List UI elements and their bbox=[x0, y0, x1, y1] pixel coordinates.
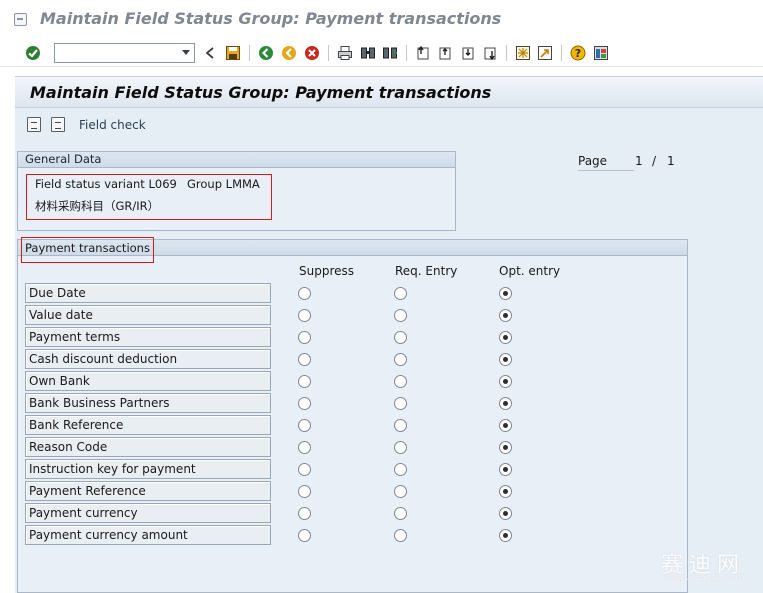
field-row-label: Instruction key for payment bbox=[25, 459, 271, 479]
radio-req-entry[interactable] bbox=[394, 441, 407, 454]
radio-suppress[interactable] bbox=[298, 353, 311, 366]
field-row-label: Due Date bbox=[25, 283, 271, 303]
radio-opt-entry[interactable] bbox=[499, 419, 512, 432]
page-label: Page bbox=[578, 154, 634, 171]
find-next-icon[interactable] bbox=[382, 45, 398, 61]
help-icon[interactable]: ? bbox=[570, 45, 586, 61]
command-field[interactable] bbox=[54, 43, 195, 63]
field-row-label: Payment currency amount bbox=[25, 525, 271, 545]
shortcut-icon[interactable] bbox=[537, 45, 553, 61]
watermark: 赛迪网 www.315sap.com bbox=[661, 547, 745, 583]
field-row-label: Reason Code bbox=[25, 437, 271, 457]
field-row-label: Payment currency bbox=[25, 503, 271, 523]
save-icon[interactable] bbox=[225, 45, 241, 61]
command-input[interactable] bbox=[55, 44, 175, 62]
window-title: Maintain Field Status Group: Payment tra… bbox=[40, 9, 502, 28]
back-nav-icon[interactable] bbox=[202, 45, 218, 61]
next-page-icon[interactable] bbox=[460, 45, 476, 61]
radio-opt-entry[interactable] bbox=[499, 485, 512, 498]
toolbar-separator bbox=[406, 45, 407, 61]
exit-icon[interactable] bbox=[281, 45, 297, 61]
window-menu-icon[interactable] bbox=[14, 13, 27, 26]
subgroup-list-icon[interactable] bbox=[51, 117, 65, 132]
group-description: 材料采购科目（GR/IR） bbox=[35, 199, 160, 213]
radio-opt-entry[interactable] bbox=[499, 441, 512, 454]
radio-req-entry[interactable] bbox=[394, 353, 407, 366]
screen-title-bar: Maintain Field Status Group: Payment tra… bbox=[15, 76, 763, 108]
radio-opt-entry[interactable] bbox=[499, 397, 512, 410]
radio-suppress[interactable] bbox=[298, 463, 311, 476]
previous-page-icon[interactable] bbox=[437, 45, 453, 61]
radio-req-entry[interactable] bbox=[394, 309, 407, 322]
svg-text:?: ? bbox=[575, 47, 581, 60]
radio-req-entry[interactable] bbox=[394, 485, 407, 498]
chevron-down-icon[interactable] bbox=[182, 50, 190, 55]
field-row-label: Payment terms bbox=[25, 327, 271, 347]
payment-transactions-title: Payment transactions bbox=[25, 241, 150, 255]
field-status-variant: Field status variant L069 bbox=[35, 177, 177, 191]
radio-opt-entry[interactable] bbox=[499, 463, 512, 476]
field-row-label: Value date bbox=[25, 305, 271, 325]
radio-suppress[interactable] bbox=[298, 529, 311, 542]
general-data-header: General Data bbox=[18, 152, 455, 168]
field-row-label: Bank Reference bbox=[25, 415, 271, 435]
back-icon[interactable] bbox=[258, 45, 274, 61]
radio-suppress[interactable] bbox=[298, 441, 311, 454]
radio-req-entry[interactable] bbox=[394, 507, 407, 520]
radio-suppress[interactable] bbox=[298, 331, 311, 344]
column-header-opt-entry: Opt. entry bbox=[499, 264, 561, 278]
radio-opt-entry[interactable] bbox=[499, 309, 512, 322]
layout-menu-icon[interactable] bbox=[593, 45, 609, 61]
field-row-label: Cash discount deduction bbox=[25, 349, 271, 369]
find-icon[interactable] bbox=[360, 45, 376, 61]
radio-opt-entry[interactable] bbox=[499, 287, 512, 300]
toolbar-separator bbox=[328, 45, 329, 61]
first-page-icon[interactable] bbox=[415, 45, 431, 61]
radio-req-entry[interactable] bbox=[394, 529, 407, 542]
radio-req-entry[interactable] bbox=[394, 419, 407, 432]
field-row-label: Payment Reference bbox=[25, 481, 271, 501]
radio-opt-entry[interactable] bbox=[499, 353, 512, 366]
watermark-url: www.315sap.com bbox=[664, 573, 745, 583]
field-row-label: Own Bank bbox=[25, 371, 271, 391]
radio-opt-entry[interactable] bbox=[499, 375, 512, 388]
page-separator: / bbox=[652, 154, 657, 168]
title-bar: Maintain Field Status Group: Payment tra… bbox=[0, 0, 763, 39]
create-session-icon[interactable] bbox=[515, 45, 531, 61]
screen-title: Maintain Field Status Group: Payment tra… bbox=[30, 83, 492, 102]
cancel-icon[interactable] bbox=[304, 45, 320, 61]
field-row-label: Bank Business Partners bbox=[25, 393, 271, 413]
toolbar-separator bbox=[249, 45, 250, 61]
radio-suppress[interactable] bbox=[298, 485, 311, 498]
radio-req-entry[interactable] bbox=[394, 463, 407, 476]
radio-suppress[interactable] bbox=[298, 507, 311, 520]
field-status-group: Group LMMA bbox=[187, 177, 260, 191]
radio-suppress[interactable] bbox=[298, 375, 311, 388]
standard-toolbar: ? bbox=[0, 39, 763, 67]
toolbar-separator bbox=[561, 45, 562, 61]
radio-opt-entry[interactable] bbox=[499, 331, 512, 344]
column-header-suppress: Suppress bbox=[299, 264, 355, 278]
radio-suppress[interactable] bbox=[298, 397, 311, 410]
total-pages: 1 bbox=[667, 154, 675, 168]
radio-suppress[interactable] bbox=[298, 309, 311, 322]
print-icon[interactable] bbox=[337, 45, 353, 61]
radio-opt-entry[interactable] bbox=[499, 529, 512, 542]
toolbar-separator bbox=[506, 45, 507, 61]
last-page-icon[interactable] bbox=[482, 45, 498, 61]
radio-opt-entry[interactable] bbox=[499, 507, 512, 520]
enter-icon[interactable] bbox=[25, 45, 41, 61]
radio-req-entry[interactable] bbox=[394, 397, 407, 410]
radio-suppress[interactable] bbox=[298, 287, 311, 300]
radio-req-entry[interactable] bbox=[394, 287, 407, 300]
other-group-icon[interactable] bbox=[27, 117, 41, 132]
column-header-req-entry: Req. Entry bbox=[395, 264, 458, 278]
screen-area: Maintain Field Status Group: Payment tra… bbox=[15, 76, 763, 593]
radio-req-entry[interactable] bbox=[394, 375, 407, 388]
radio-suppress[interactable] bbox=[298, 419, 311, 432]
radio-req-entry[interactable] bbox=[394, 331, 407, 344]
current-page: 1 bbox=[635, 154, 643, 168]
field-check-button[interactable]: Field check bbox=[79, 118, 146, 132]
